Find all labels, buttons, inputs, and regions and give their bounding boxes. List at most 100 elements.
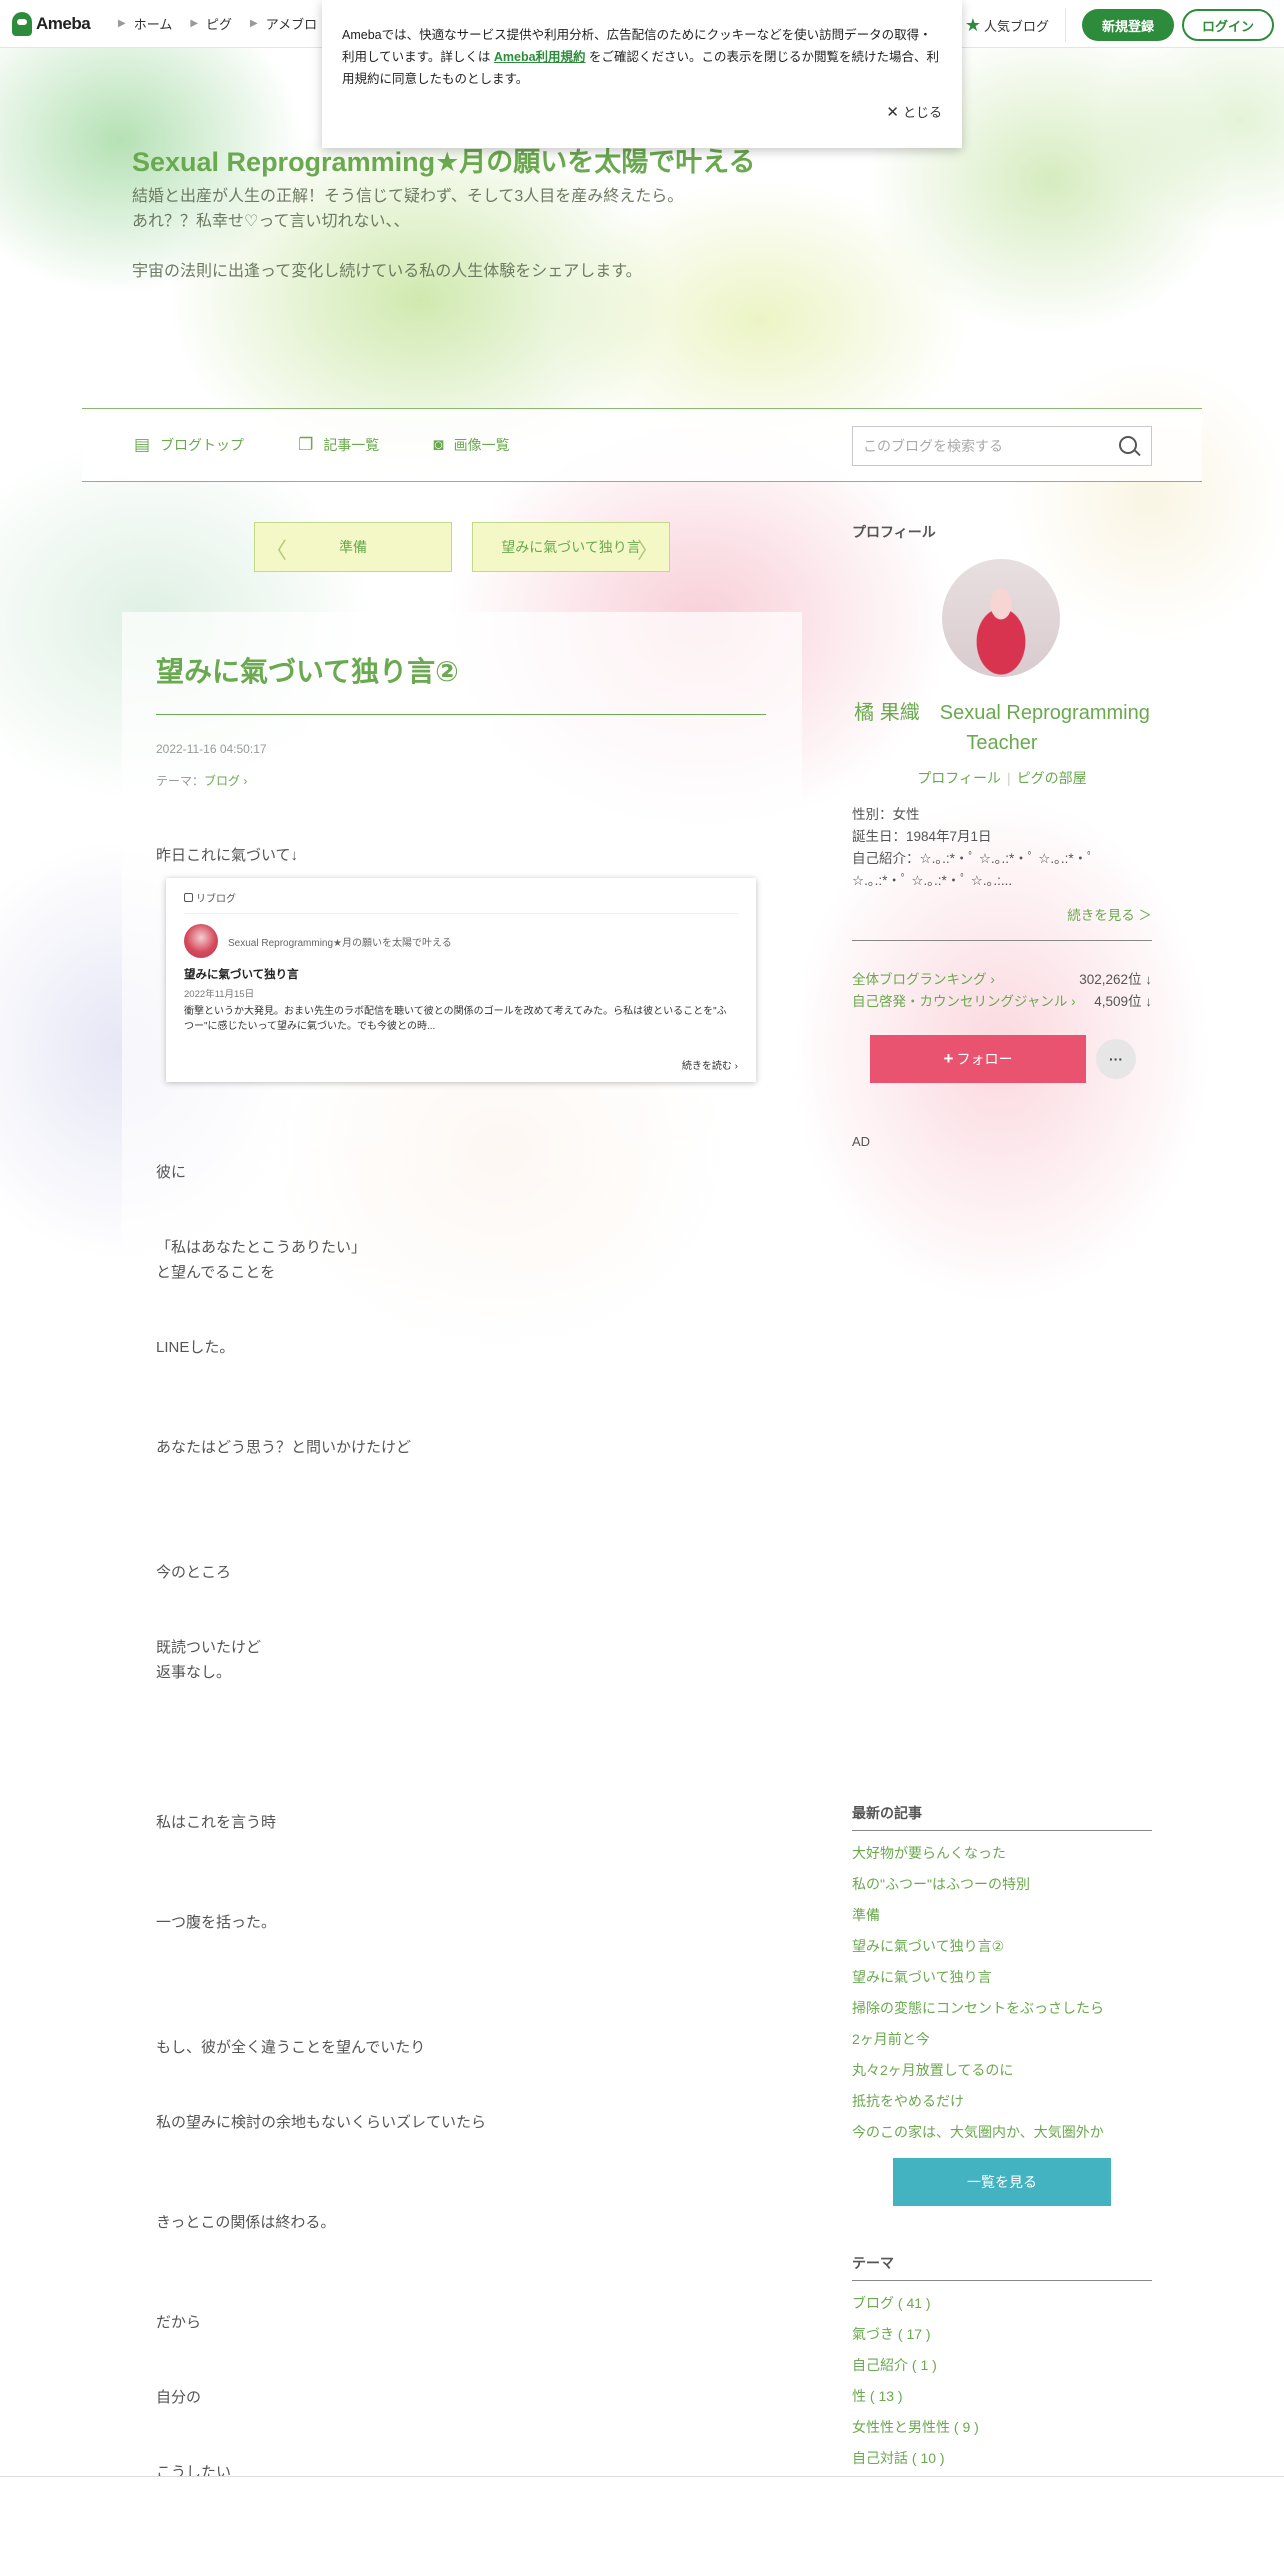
recent-entry[interactable]: 今のこの家は、大気圏内か、大気圏外か (852, 2117, 1152, 2148)
article-title: 望みに氣づいて独り言② (156, 656, 459, 687)
logo-text: Ameba (36, 13, 91, 33)
popular-blog-link[interactable]: ★ 人気ブログ (965, 15, 1049, 36)
theme-label: テーマ： (156, 774, 205, 788)
paragraph: 自分の (156, 2389, 202, 2406)
chevron-left-icon: 〈 (265, 538, 288, 563)
link-separator: | (1007, 770, 1011, 786)
reblog-read-more[interactable]: 続きを読む › (682, 1057, 738, 1072)
nav-pigg-label: ピグ (206, 17, 233, 32)
footer-area (0, 2477, 1284, 2568)
profile-link[interactable]: プロフィール (917, 770, 1001, 786)
nav-ameblo[interactable]: ▶ アメブロ (250, 14, 317, 33)
recent-rule (852, 1830, 1152, 1831)
profile-info: 性別：女性 誕生日：1984年7月1日 自己紹介：☆.｡.:*・ﾟ ☆.｡.:*… (852, 807, 1094, 888)
paragraph: 彼に (156, 1164, 187, 1181)
reblog-icon (184, 893, 193, 902)
themes-heading: テーマ (852, 2255, 894, 2271)
ranking-genre: 自己啓発・カウンセリングジャンル › 4,509位 ↓ (852, 990, 1152, 1010)
ad-label: AD (852, 1134, 871, 1149)
ranking-genre-value: 4,509位 ↓ (1094, 994, 1152, 1009)
image-list-link[interactable]: ◙ 画像一覧 (433, 435, 509, 455)
theme-item[interactable]: 性 ( 13 ) (852, 2381, 1152, 2412)
terms-link[interactable]: Ameba利用規約 (494, 50, 586, 64)
recent-entry[interactable]: 大好物が要らんくなった (852, 1838, 1152, 1869)
ameba-logo-icon (12, 11, 32, 36)
reblog-excerpt: 衝撃というか大発見。おまい先生のラボ配信を聴いて彼との関係のゴールを改めて考えて… (184, 1006, 727, 1032)
cookie-notice: Amebaでは、快適なサービス提供や利用分析、広告配信のためにクッキーなどを使い… (322, 0, 962, 148)
recent-entry[interactable]: 丸々2ヶ月放置してるのに (852, 2055, 1152, 2086)
view-all-button[interactable]: 一覧を見る (893, 2158, 1111, 2206)
nav-pigg[interactable]: ▶ ピグ (190, 14, 232, 33)
recent-entry[interactable]: 望みに氣づいて独り言② (852, 1931, 1152, 1962)
title-rule (156, 714, 766, 715)
paragraph: 一つ腹を括った。 (156, 1914, 277, 1931)
entry-list-link[interactable]: ❐ 記事一覧 (298, 435, 379, 455)
article-date: 2022-11-16 04:50:17 (156, 742, 267, 756)
paragraph: もし、彼が全く違うことを望んでいたり (156, 2039, 426, 2056)
ranking-all-value: 302,262位 ↓ (1079, 972, 1152, 987)
follow-label: フォロー (956, 1051, 1013, 1067)
more-button[interactable]: ··· (1096, 1039, 1136, 1079)
prev-entry-button[interactable]: 〈 準備 (254, 522, 452, 572)
register-button[interactable]: 新規登録 (1082, 9, 1174, 41)
global-nav: ▶ ホーム ▶ ピグ ▶ アメブロ (100, 14, 317, 33)
copy-icon: ❐ (298, 435, 314, 454)
recent-entry[interactable]: 抵抗をやめるだけ (852, 2086, 1152, 2117)
recent-entry[interactable]: 2ヶ月前と今 (852, 2024, 1152, 2055)
profile-name[interactable]: 橘 果織 Sexual Reprogramming Teacher (852, 698, 1152, 758)
theme-item[interactable]: 女性性と男性性 ( 9 ) (852, 2412, 1152, 2443)
paragraph: 既読ついたけど 返事なし。 (156, 1639, 262, 1681)
pigg-room-link[interactable]: ピグの部屋 (1017, 770, 1087, 786)
blog-menu: ▤ ブログトップ ❐ 記事一覧 ◙ 画像一覧 このブログを検索する (82, 408, 1202, 482)
search-placeholder: このブログを検索する (863, 438, 1003, 454)
theme-item[interactable]: ブログ ( 41 ) (852, 2288, 1152, 2319)
camera-icon: ◙ (433, 435, 444, 454)
chevron-right-icon: ▶ (250, 18, 258, 29)
close-icon: ✕ (886, 103, 899, 121)
theme-item[interactable]: 氣づき ( 17 ) (852, 2319, 1152, 2350)
profile-more-link[interactable]: 続きを見る ＞ (852, 904, 1152, 924)
follow-button[interactable]: + フォロー (870, 1035, 1086, 1083)
reblog-thumbnail (184, 924, 218, 958)
cookie-close-label: とじる (902, 105, 942, 120)
recent-entry[interactable]: 掃除の変態にコンセントをぶっさしたら (852, 1993, 1152, 2024)
paragraph: 私の望みに検討の余地もないくらいズレていたら (156, 2114, 487, 2131)
ranking-genre-label: 自己啓発・カウンセリングジャンル (852, 994, 1068, 1009)
login-button[interactable]: ログイン (1182, 9, 1274, 41)
recent-entry[interactable]: 望みに氣づいて独り言 (852, 1962, 1152, 1993)
profile-links: プロフィール | ピグの部屋 (852, 768, 1152, 788)
reblog-label: リブログ (196, 894, 236, 905)
article-theme: テーマ：ブログ › (156, 772, 247, 789)
reblog-header: リブログ (184, 890, 738, 914)
paragraph: 「私はあなたとこうありたい」 と望んでることを (156, 1239, 367, 1281)
chevron-right-icon: ▶ (190, 18, 199, 29)
theme-item[interactable]: 自己対話 ( 10 ) (852, 2443, 1152, 2474)
paragraph: あなたはどう思う？と問いかけたけど (156, 1439, 412, 1456)
reblog-source: Sexual Reprogramming★月の願いを太陽で叶える (184, 924, 738, 958)
reblog-card[interactable]: リブログ Sexual Reprogramming★月の願いを太陽で叶える 望み… (166, 878, 756, 1082)
reblog-date: 2022年11月15日 (184, 989, 255, 1000)
theme-link-text: ブログ (204, 774, 241, 788)
ranking-all-link[interactable]: 全体ブログランキング › (852, 968, 995, 988)
blog-top-link[interactable]: ▤ ブログトップ (134, 435, 244, 455)
entry-list-label: 記事一覧 (323, 437, 380, 453)
recent-entry[interactable]: 準備 (852, 1900, 1152, 1931)
chevron-right-icon: 〉 (636, 538, 659, 563)
theme-link[interactable]: ブログ › (204, 774, 247, 788)
blog-search-input[interactable]: このブログを検索する (852, 426, 1152, 466)
next-entry-button[interactable]: 望みに氣づいて独り言〉 (472, 522, 670, 572)
themes-rule (852, 2280, 1152, 2281)
cookie-close-button[interactable]: ✕ とじる (886, 102, 942, 121)
search-icon[interactable] (1119, 436, 1137, 454)
nav-ameblo-label: アメブロ (265, 17, 318, 32)
recent-entries-heading: 最新の記事 (852, 1805, 922, 1821)
ameba-logo[interactable]: Ameba (12, 11, 100, 36)
themes-list: ブログ ( 41 ) 氣づき ( 17 ) 自己紹介 ( 1 ) 性 ( 13 … (852, 2288, 1152, 2474)
avatar[interactable] (940, 557, 1062, 679)
plus-icon: + (943, 1049, 954, 1068)
theme-item[interactable]: 自己紹介 ( 1 ) (852, 2350, 1152, 2381)
recent-entry[interactable]: 私の"ふつー"はふつーの特別 (852, 1869, 1152, 1900)
nav-home[interactable]: ▶ ホーム (118, 14, 172, 33)
document-icon: ▤ (134, 435, 151, 454)
ranking-genre-link[interactable]: 自己啓発・カウンセリングジャンル › (852, 990, 1076, 1010)
